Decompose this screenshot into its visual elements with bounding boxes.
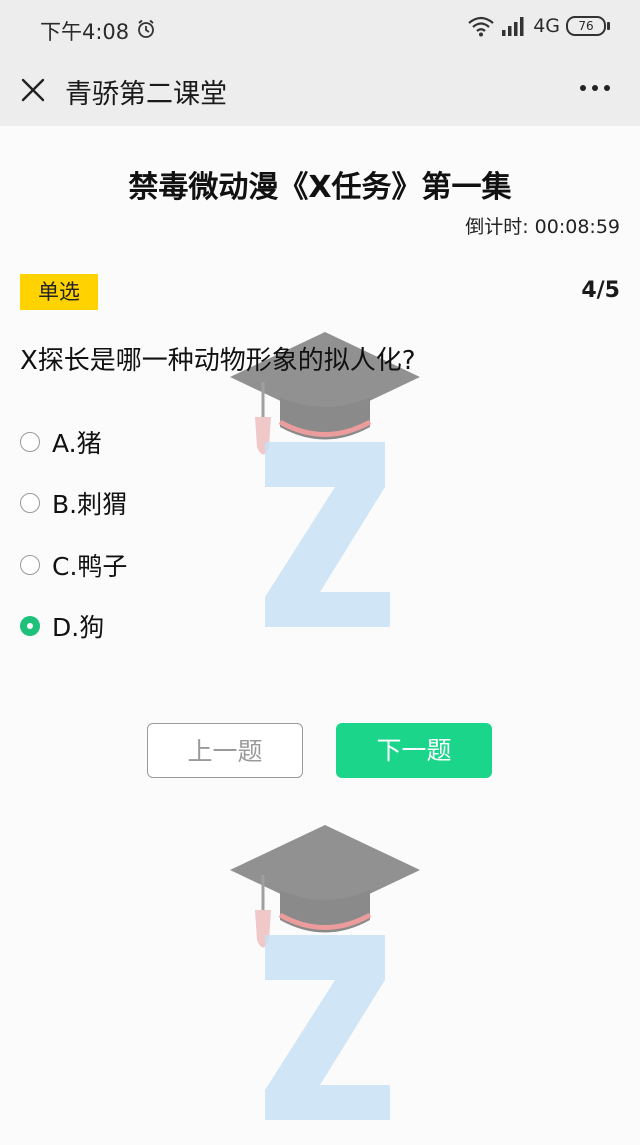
status-time: 下午4:08 bbox=[40, 20, 130, 44]
page-title: 禁毒微动漫《X任务》第一集 bbox=[128, 170, 512, 205]
option-label-a: A.猪 bbox=[52, 429, 102, 458]
option-b[interactable]: B.刺猬 bbox=[20, 483, 127, 523]
status-icons: 4G 76 bbox=[467, 15, 610, 37]
option-label-b: B.刺猬 bbox=[52, 490, 128, 519]
radio-button-a[interactable] bbox=[20, 432, 40, 452]
prev-question-button[interactable]: 上一题 bbox=[147, 723, 303, 778]
option-c[interactable]: C.鸭子 bbox=[20, 545, 127, 585]
screen: 下午4:08 4G 76 青骄第二课堂 禁毒微动漫《X任务》第一集 倒计时: 0… bbox=[0, 0, 640, 1145]
question-type-badge: 单选 bbox=[20, 274, 98, 310]
logo-watermark-bottom bbox=[230, 825, 420, 1120]
close-icon[interactable] bbox=[18, 75, 48, 105]
countdown-timer: 倒计时: 00:08:59 bbox=[465, 216, 620, 238]
radio-button-d[interactable] bbox=[20, 616, 40, 636]
option-label-c: C.鸭子 bbox=[52, 552, 128, 581]
radio-button-c[interactable] bbox=[20, 555, 40, 575]
battery-icon: 76 bbox=[566, 16, 610, 36]
network-label: 4G bbox=[533, 15, 560, 37]
wifi-icon bbox=[468, 16, 494, 37]
option-d[interactable]: D.狗 bbox=[20, 606, 104, 646]
signal-icon bbox=[502, 17, 524, 36]
next-question-button[interactable]: 下一题 bbox=[336, 723, 492, 778]
radio-button-b[interactable] bbox=[20, 493, 40, 513]
option-label-d: D.狗 bbox=[52, 613, 105, 642]
nav-bar: 青骄第二课堂 bbox=[0, 58, 640, 126]
alarm-icon bbox=[138, 19, 154, 38]
question-text: X探长是哪一种动物形象的拟人化? bbox=[20, 346, 416, 376]
status-bar: 下午4:08 4G 76 bbox=[0, 0, 640, 58]
question-progress: 4/5 bbox=[581, 278, 620, 303]
nav-title: 青骄第二课堂 bbox=[65, 79, 227, 110]
more-icon[interactable] bbox=[578, 78, 612, 98]
option-a[interactable]: A.猪 bbox=[20, 422, 102, 462]
